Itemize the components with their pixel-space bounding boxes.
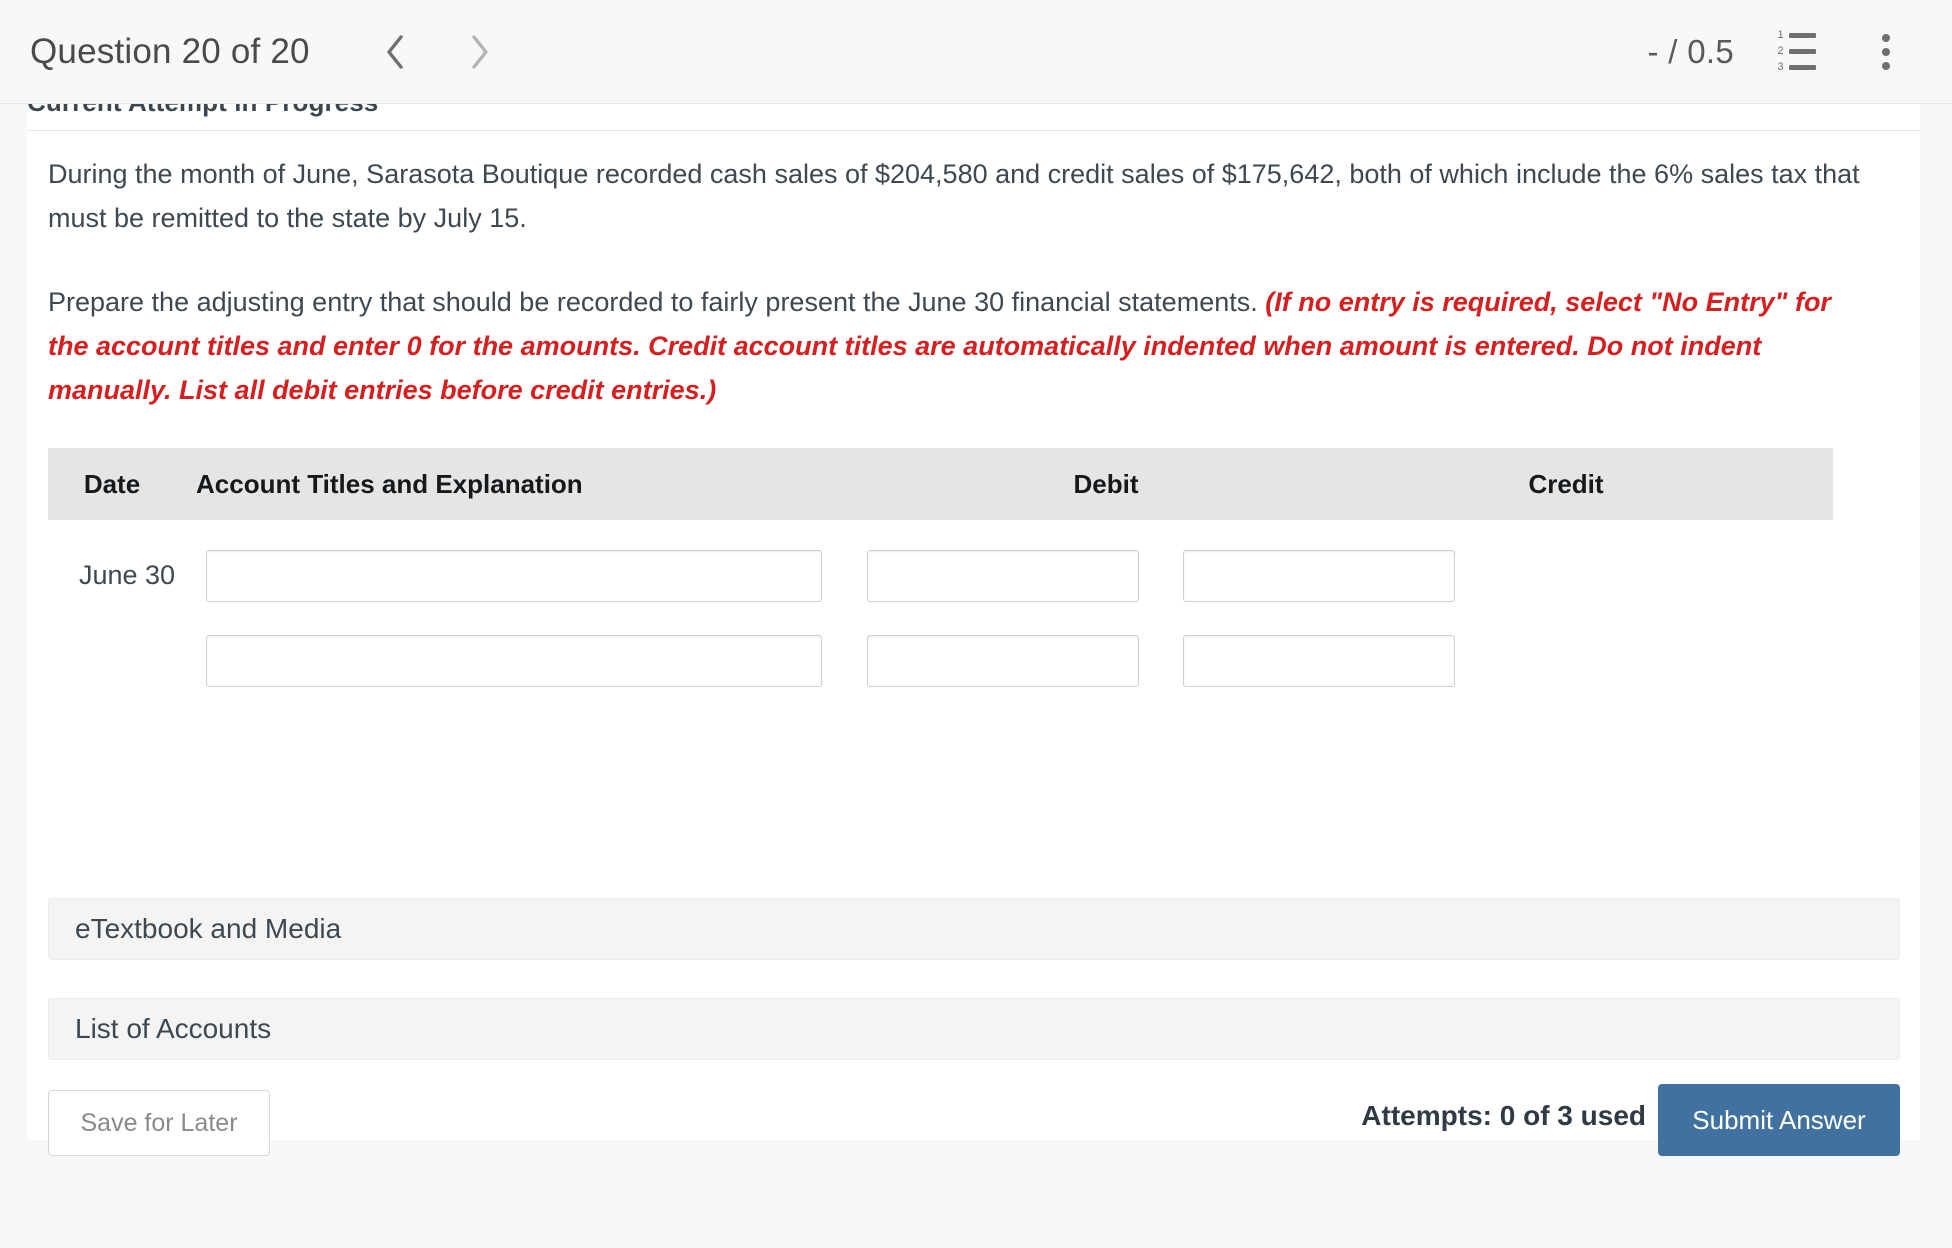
account-title-input-1[interactable]	[206, 549, 822, 602]
numbered-list-icon: 1 2 3	[1776, 30, 1816, 73]
question-paragraph-2: Prepare the adjusting entry that should …	[48, 280, 1878, 412]
entry-date-1: June 30	[78, 560, 176, 590]
kebab-menu-icon	[1882, 33, 1890, 70]
credit-cell-2	[1183, 634, 1455, 687]
chevron-left-icon	[382, 32, 408, 72]
save-for-later-button[interactable]: Save for Later	[48, 1090, 270, 1156]
header-right-group: - / 0.5 1 2 3	[1648, 24, 1914, 80]
question-instruction-black: Prepare the adjusting entry that should …	[48, 287, 1266, 317]
attempts-counter: Attempts: 0 of 3 used	[1361, 1100, 1646, 1131]
chevron-right-icon	[466, 32, 492, 72]
list-number-3: 3	[1777, 61, 1784, 73]
question-header: Question 20 of 20 - / 0.5 1 2 3	[0, 0, 1952, 104]
credit-amount-input-2[interactable]	[1183, 634, 1455, 687]
table-row: June 30	[48, 533, 1900, 618]
list-of-accounts-bar[interactable]: List of Accounts	[48, 998, 1900, 1060]
account-cell-2	[206, 634, 822, 687]
debit-amount-input-1[interactable]	[867, 549, 1139, 602]
list-number-2: 2	[1777, 45, 1784, 57]
question-nav	[368, 25, 506, 79]
list-of-accounts-label: List of Accounts	[75, 1013, 272, 1044]
column-header-date: Date	[83, 468, 141, 499]
question-body: During the month of June, Sarasota Bouti…	[48, 152, 1900, 412]
journal-table-header: Date Account Titles and Explanation Debi…	[48, 448, 1833, 520]
next-question-button[interactable]	[452, 25, 506, 79]
column-header-account: Account Titles and Explanation	[196, 468, 583, 499]
debit-amount-input-2[interactable]	[867, 634, 1139, 687]
score-display: - / 0.5	[1647, 32, 1734, 70]
submit-answer-button[interactable]: Submit Answer	[1658, 1084, 1900, 1156]
account-cell-1	[206, 549, 822, 602]
prev-question-button[interactable]	[368, 25, 422, 79]
account-title-input-2[interactable]	[206, 634, 822, 687]
credit-cell-1	[1183, 549, 1455, 602]
debit-cell-1	[867, 549, 1139, 602]
question-footer: Save for Later Attempts: 0 of 3 used Sub…	[48, 1082, 1900, 1164]
column-header-credit: Credit	[1528, 468, 1604, 499]
journal-entry-table: Date Account Titles and Explanation Debi…	[48, 448, 1900, 703]
etextbook-and-media-bar[interactable]: eTextbook and Media	[48, 898, 1900, 960]
credit-amount-input-1[interactable]	[1183, 549, 1455, 602]
question-list-button[interactable]: 1 2 3	[1768, 24, 1824, 80]
header-divider	[27, 130, 1920, 131]
table-row	[48, 618, 1900, 703]
question-card: Current Attempt in Progress During the m…	[27, 87, 1920, 1156]
question-paragraph-1: During the month of June, Sarasota Bouti…	[48, 159, 1860, 233]
more-options-button[interactable]	[1858, 24, 1914, 80]
page-title: Question 20 of 20	[30, 31, 310, 71]
question-page: Question 20 of 20 - / 0.5 1 2 3 During t…	[0, 0, 1952, 1248]
debit-cell-2	[867, 634, 1139, 687]
list-number-1: 1	[1777, 29, 1784, 41]
column-header-debit: Debit	[1073, 468, 1139, 499]
etextbook-and-media-label: eTextbook and Media	[75, 913, 342, 944]
